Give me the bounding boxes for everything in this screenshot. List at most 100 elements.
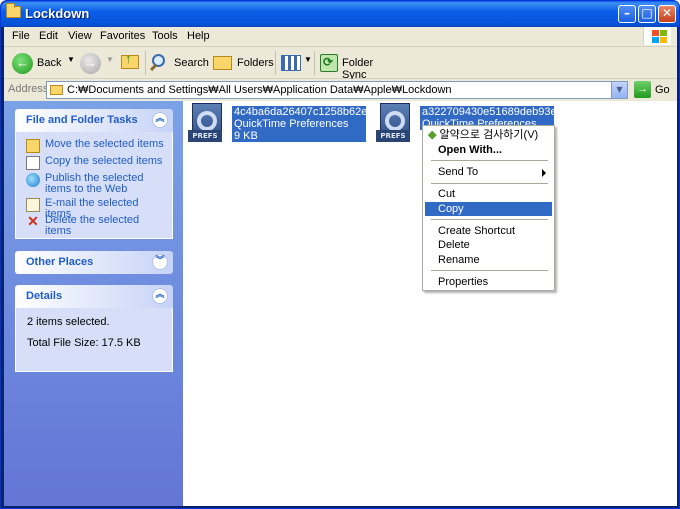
back-label: Back: [37, 57, 62, 69]
menu-item-rename[interactable]: Rename: [425, 253, 552, 267]
file-folder-tasks-panel: File and Folder Tasks ︽ Move the selecte…: [15, 109, 173, 239]
task-publish-label: Publish the selected items to the Web: [45, 172, 144, 195]
search-button[interactable]: Search: [149, 51, 209, 75]
details-selected-count: 2 items selected.: [27, 316, 110, 328]
toolbar: ← Back ▼ → ▼ ↑ Search Folders ▼ ⟳ Folder…: [4, 47, 677, 81]
menu-item-copy[interactable]: Copy: [425, 202, 552, 216]
menu-item-delete[interactable]: Delete: [425, 238, 552, 252]
file-folder-tasks-title: File and Folder Tasks: [26, 114, 138, 126]
quicktime-prefs-icon: PREFS: [186, 103, 226, 145]
file-info: 4c4ba6da26407c1258b62e9a... QuickTime Pr…: [232, 106, 366, 142]
details-total-size: Total File Size: 17.5 KB: [27, 337, 141, 349]
menu-item-send-to-label: Send To: [438, 166, 479, 178]
explorer-window: Lockdown – □ ✕ File Edit View Favorites …: [0, 0, 680, 509]
menu-separator: [431, 270, 548, 271]
menu-separator: [431, 219, 548, 220]
address-bar: Address C:₩Documents and Settings₩All Us…: [4, 79, 677, 101]
menu-item-cut[interactable]: Cut: [425, 187, 552, 201]
go-label: Go: [655, 84, 670, 96]
collapse-chevron-icon[interactable]: ︽: [152, 112, 168, 128]
back-dropdown-icon[interactable]: ▼: [67, 55, 75, 64]
menu-item-scan-label: 알약으로 검사하기(V): [439, 129, 539, 141]
menu-favorites[interactable]: Favorites: [100, 30, 145, 42]
minimize-button[interactable]: –: [618, 5, 636, 23]
task-pane: File and Folder Tasks ︽ Move the selecte…: [4, 101, 183, 506]
go-button[interactable]: → Go: [634, 81, 674, 99]
folder-icon: [6, 3, 21, 18]
search-label: Search: [174, 57, 209, 69]
menu-item-properties[interactable]: Properties: [425, 275, 552, 289]
toolbar-separator: [145, 51, 146, 75]
file-name: a322709430e51689deb93eb1...: [422, 106, 554, 118]
menu-tools[interactable]: Tools: [152, 30, 178, 42]
address-label: Address: [8, 83, 49, 95]
task-delete-label: Delete the selected items: [45, 214, 140, 237]
publish-web-icon: [26, 173, 40, 187]
menu-edit[interactable]: Edit: [39, 30, 58, 42]
details-panel: Details ︽ 2 items selected. Total File S…: [15, 285, 173, 372]
windows-logo-icon: [643, 27, 671, 45]
menu-separator: [431, 160, 548, 161]
address-dropdown-icon[interactable]: ▼: [611, 82, 627, 98]
menu-view[interactable]: View: [68, 30, 92, 42]
forward-dropdown-icon[interactable]: ▼: [106, 55, 114, 64]
menu-item-create-shortcut[interactable]: Create Shortcut: [425, 224, 552, 238]
file-size: 9 KB: [234, 130, 258, 142]
forward-button[interactable]: → ▼: [80, 51, 114, 75]
address-field[interactable]: C:₩Documents and Settings₩All Users₩Appl…: [46, 81, 628, 99]
menu-item-send-to[interactable]: Send To: [425, 165, 552, 179]
folder-sync-icon: ⟳: [320, 54, 338, 72]
go-arrow-icon: →: [634, 81, 651, 98]
toolbar-separator: [314, 51, 315, 75]
other-places-header[interactable]: Other Places ︾: [15, 251, 173, 274]
menu-help[interactable]: Help: [187, 30, 210, 42]
file-folder-tasks-header[interactable]: File and Folder Tasks ︽: [15, 109, 173, 132]
folders-button[interactable]: Folders: [211, 51, 274, 75]
views-button[interactable]: ▼: [279, 51, 313, 75]
menu-file[interactable]: File: [12, 30, 30, 42]
toolbar-separator: [275, 51, 276, 75]
address-path: C:₩Documents and Settings₩All Users₩Appl…: [67, 84, 452, 96]
back-button[interactable]: ← Back ▼: [10, 51, 80, 75]
folders-icon: [213, 56, 232, 70]
details-body: 2 items selected. Total File Size: 17.5 …: [15, 308, 173, 372]
menu-separator: [431, 183, 548, 184]
details-header[interactable]: Details ︽: [15, 285, 173, 308]
task-move-label: Move the selected items: [45, 138, 164, 150]
other-places-title: Other Places: [26, 256, 94, 268]
quicktime-prefs-icon: PREFS: [374, 103, 414, 145]
menu-bar: File Edit View Favorites Tools Help: [4, 27, 677, 47]
folder-icon: [50, 85, 63, 95]
file-type: QuickTime Preferences: [234, 118, 349, 130]
views-dropdown-icon[interactable]: ▼: [304, 55, 312, 64]
up-folder-button[interactable]: ↑: [119, 51, 143, 75]
folder-sync-label: Folder Sync: [342, 57, 374, 81]
file-folder-tasks-body: Move the selected items Copy the selecte…: [15, 132, 173, 239]
collapse-chevron-icon[interactable]: ︽: [152, 288, 168, 304]
submenu-arrow-icon: [542, 169, 546, 177]
close-button[interactable]: ✕: [658, 5, 676, 23]
title-bar[interactable]: Lockdown – □ ✕: [1, 1, 679, 27]
email-icon: [26, 198, 40, 212]
back-arrow-icon: ←: [12, 53, 33, 74]
window-title: Lockdown: [25, 6, 90, 21]
content-area: File and Folder Tasks ︽ Move the selecte…: [4, 101, 677, 506]
menu-item-scan[interactable]: ◆ 알약으로 검사하기(V): [425, 128, 552, 142]
up-folder-icon: ↑: [121, 51, 139, 69]
maximize-button[interactable]: □: [638, 5, 656, 23]
details-title: Details: [26, 290, 63, 302]
expand-chevron-icon[interactable]: ︾: [152, 254, 168, 270]
file-item[interactable]: PREFS 4c4ba6da26407c1258b62e9a... QuickT…: [186, 103, 371, 145]
forward-arrow-icon: →: [80, 53, 101, 74]
views-icon: [281, 55, 301, 71]
delete-icon: ✕: [27, 213, 39, 229]
alyac-pill-icon: ◆: [428, 129, 437, 141]
folder-sync-button[interactable]: ⟳ Folder Sync: [318, 51, 398, 81]
task-copy-label: Copy the selected items: [45, 155, 163, 167]
other-places-panel: Other Places ︾: [15, 251, 173, 274]
folders-label: Folders: [237, 57, 274, 69]
move-icon: [26, 139, 40, 153]
menu-item-open-with[interactable]: Open With...: [425, 143, 552, 157]
copy-icon: [26, 156, 40, 170]
context-menu: ◆ 알약으로 검사하기(V) Open With... Send To Cut …: [422, 125, 555, 291]
